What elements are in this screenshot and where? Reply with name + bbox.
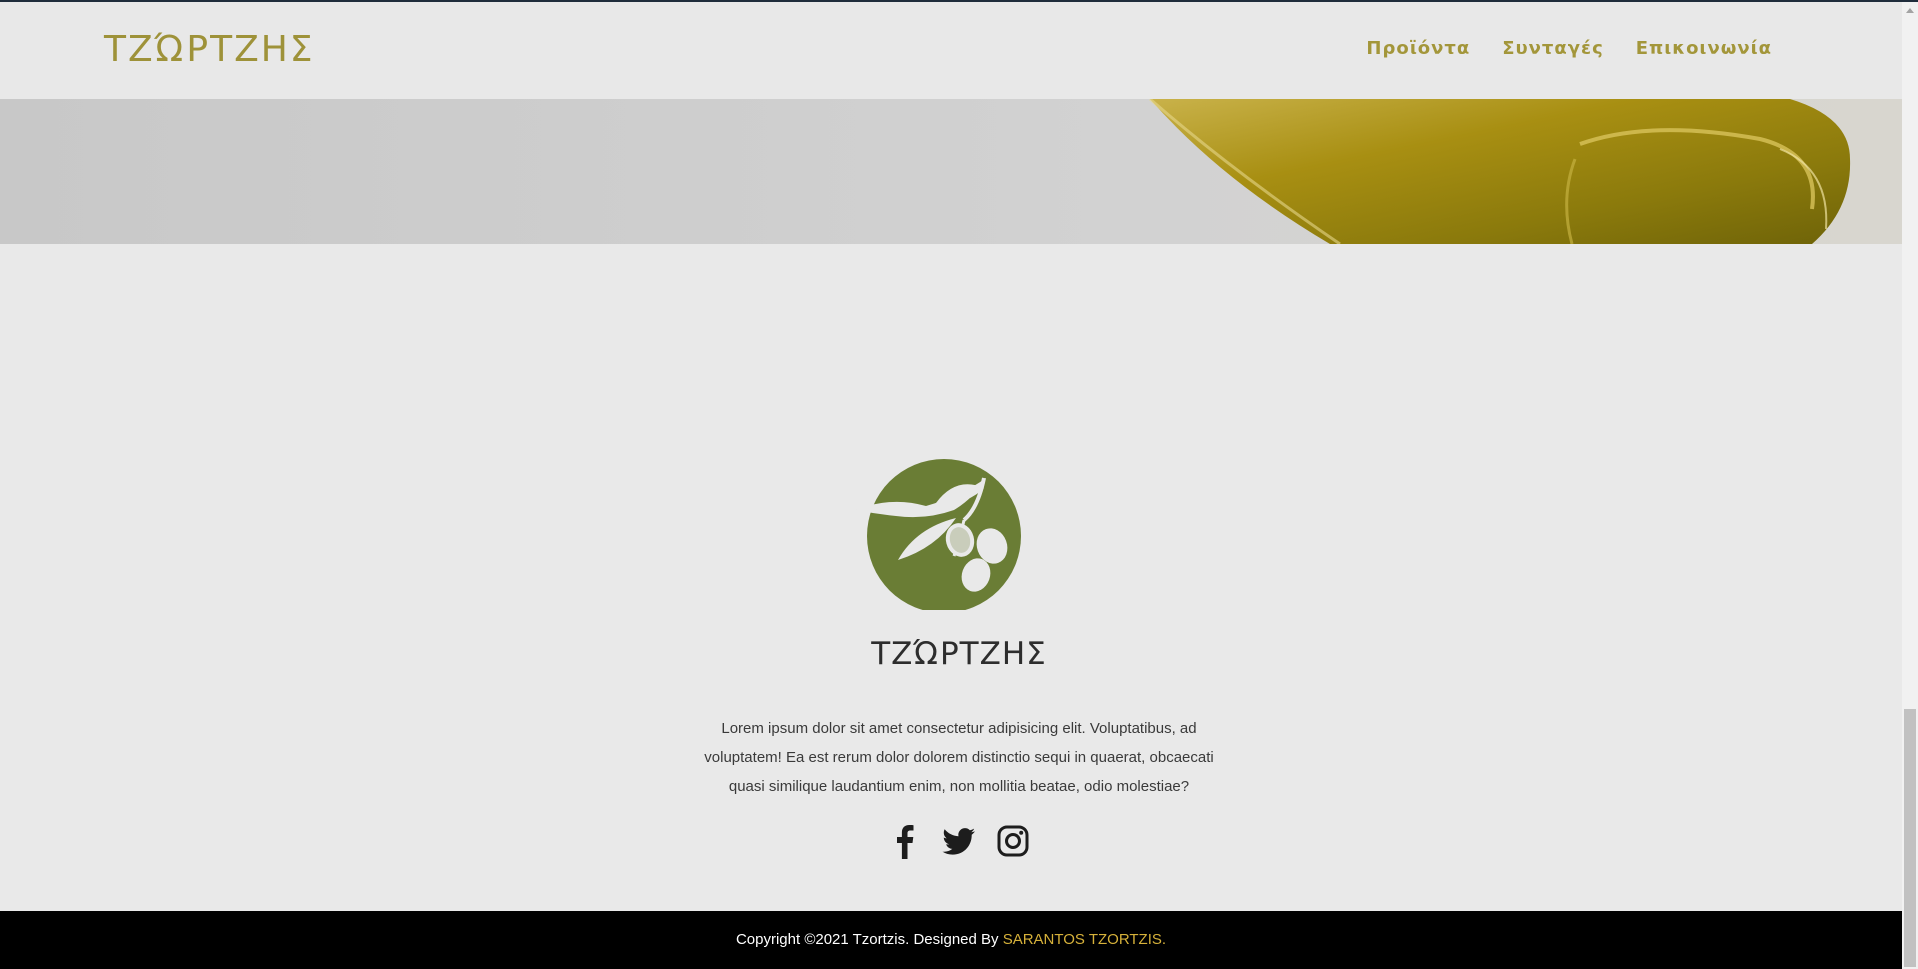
social-links xyxy=(0,823,1918,859)
nav-link-products[interactable]: Προϊόντα xyxy=(1366,38,1470,59)
main-nav: Προϊόντα Συνταγές Επικοινωνία xyxy=(1366,38,1772,59)
hero-olive-oil-image xyxy=(0,99,1902,244)
twitter-icon[interactable] xyxy=(941,823,977,859)
scrollbar-thumb[interactable] xyxy=(1904,709,1916,967)
copyright-text: Copyright ©2021 Tzortzis. Designed By xyxy=(735,931,1003,948)
olive-logo-icon xyxy=(856,459,1021,610)
nav-link-recipes[interactable]: Συνταγές xyxy=(1502,38,1604,59)
footer-description: Lorem ipsum dolor sit amet consectetur a… xyxy=(704,720,1214,795)
copyright-bar: Copyright ©2021 Tzortzis. Designed By SA… xyxy=(0,911,1902,969)
site-header: ΤΖΏΡΤΖΗΣ Προϊόντα Συνταγές Επικοινωνία xyxy=(0,2,1902,99)
instagram-icon[interactable] xyxy=(995,823,1031,859)
designer-link[interactable]: SARANTOS TZORTZIS. xyxy=(1003,931,1166,948)
brand-logo-text[interactable]: ΤΖΏΡΤΖΗΣ xyxy=(104,29,315,70)
footer-brand-title: ΤΖΏΡΤΖΗΣ xyxy=(871,636,1047,672)
scrollbar[interactable] xyxy=(1902,2,1918,969)
nav-link-contact[interactable]: Επικοινωνία xyxy=(1636,38,1772,59)
scroll-up-arrow-icon[interactable] xyxy=(1902,4,1918,18)
facebook-icon[interactable] xyxy=(887,823,923,859)
